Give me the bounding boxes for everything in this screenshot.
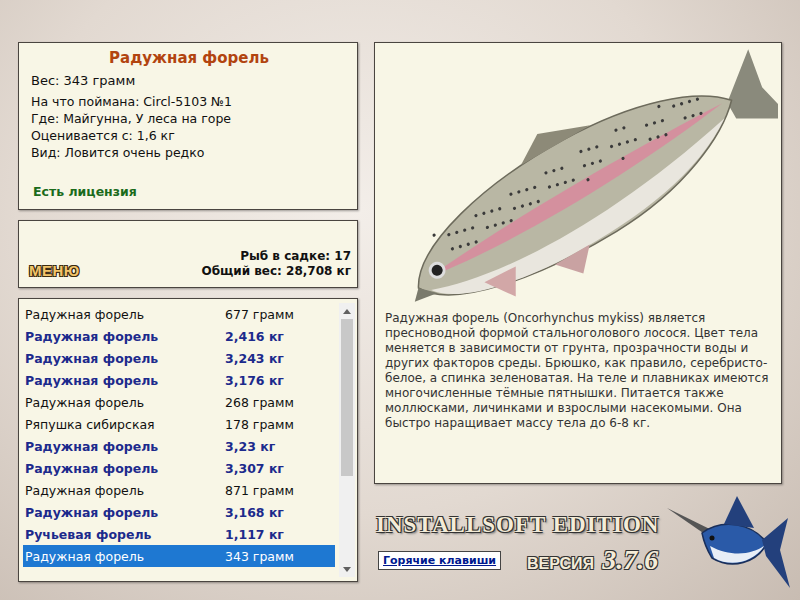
- fish-weight: Вес: 343 грамм: [31, 73, 347, 88]
- fish-count: Рыб в садке: 17: [201, 249, 351, 264]
- catch-weight: 178 грамм: [225, 417, 294, 432]
- fish-detail: На что поймана: Circl-5103 №1: [31, 93, 347, 110]
- keepnet-panel: МЕНЮ Рыб в садке: 17Общий вес: 28,708 кг: [18, 220, 358, 288]
- fish-info-panel: Радужная форель (Oncorhynchus mykiss) яв…: [374, 42, 782, 484]
- fish-name: Радужная форель: [31, 49, 347, 67]
- fish-detail: Оценивается с: 1,6 кг: [31, 127, 347, 144]
- catch-weight: 1,117 кг: [225, 527, 284, 542]
- catch-weight: 3,23 кг: [225, 439, 275, 454]
- right-column: Радужная форель (Oncorhynchus mykiss) яв…: [374, 42, 782, 600]
- total-weight: Общий вес: 28,708 кг: [201, 264, 351, 279]
- catch-name: Радужная форель: [25, 329, 225, 344]
- scrollbar[interactable]: [339, 303, 355, 577]
- catch-name: Ряпушка сибирская: [25, 417, 225, 432]
- catch-weight: 2,416 кг: [225, 329, 284, 344]
- fish-card: Радужная форель Вес: 343 грамм На что пойм…: [18, 42, 358, 210]
- catch-weight: 871 грамм: [225, 483, 294, 498]
- catch-weight: 268 грамм: [225, 395, 294, 410]
- catch-row[interactable]: Радужная форель677 грамм: [23, 303, 335, 325]
- catch-name: Радужная форель: [25, 505, 225, 520]
- catch-weight: 3,307 кг: [225, 461, 284, 476]
- catch-name: Радужная форель: [25, 461, 225, 476]
- scroll-thumb[interactable]: [341, 319, 353, 476]
- catch-name: Радужная форель: [25, 439, 225, 454]
- fish-description: Радужная форель (Oncorhynchus mykiss) яв…: [375, 305, 781, 431]
- catch-row[interactable]: Радужная форель871 грамм: [23, 479, 335, 501]
- fish-detail: Где: Майгунна, У леса на горе: [31, 110, 347, 127]
- fish-picture: [375, 43, 781, 305]
- catch-row[interactable]: Радужная форель2,416 кг: [23, 325, 335, 347]
- catch-row[interactable]: Радужная форель3,243 кг: [23, 347, 335, 369]
- catch-row[interactable]: Радужная форель3,168 кг: [23, 501, 335, 523]
- catch-weight: 3,168 кг: [225, 505, 284, 520]
- catch-row[interactable]: Радужная форель3,307 кг: [23, 457, 335, 479]
- version-label: ВЕРСИЯ 3.7.6: [527, 544, 658, 576]
- catch-row[interactable]: Ряпушка сибирская178 грамм: [23, 413, 335, 435]
- catch-weight: 343 грамм: [225, 549, 294, 564]
- up-arrow-icon: [343, 309, 351, 314]
- catch-weight: 3,176 кг: [225, 373, 284, 388]
- catch-name: Радужная форель: [25, 351, 225, 366]
- fish-detail: Вид: Ловится очень редко: [31, 144, 347, 161]
- catch-name: Радужная форель: [25, 483, 225, 498]
- catch-row[interactable]: Радужная форель268 грамм: [23, 391, 335, 413]
- catch-row[interactable]: Ручьевая форель1,117 кг: [23, 523, 335, 545]
- keepnet-info: Рыб в садке: 17Общий вес: 28,708 кг: [201, 249, 351, 279]
- hotkeys-button[interactable]: Горячие клавиши: [378, 551, 501, 570]
- menu-button[interactable]: МЕНЮ: [29, 262, 80, 279]
- trout-icon: [378, 43, 778, 305]
- catch-row[interactable]: Радужная форель3,176 кг: [23, 369, 335, 391]
- version-number: 3.7.6: [602, 544, 658, 576]
- license-status: Есть лицензия: [31, 184, 347, 199]
- marlin-icon: [662, 488, 792, 598]
- catch-row[interactable]: Радужная форель3,23 кг: [23, 435, 335, 457]
- catch-weight: 3,243 кг: [225, 351, 284, 366]
- catch-name: Радужная форель: [25, 395, 225, 410]
- catch-weight: 677 грамм: [225, 307, 294, 322]
- catch-row[interactable]: Радужная форель343 грамм: [23, 545, 335, 567]
- catch-list: Радужная форель677 граммРадужная форель2…: [18, 298, 358, 582]
- catch-rows: Радужная форель677 граммРадужная форель2…: [23, 303, 335, 577]
- scroll-down-button[interactable]: [339, 561, 355, 577]
- catch-name: Радужная форель: [25, 549, 225, 564]
- down-arrow-icon: [343, 567, 351, 572]
- catch-name: Радужная форель: [25, 373, 225, 388]
- main-layout: Радужная форель Вес: 343 грамм На что пойм…: [0, 0, 800, 600]
- scroll-track[interactable]: [339, 319, 355, 561]
- scroll-up-button[interactable]: [339, 303, 355, 319]
- catch-name: Радужная форель: [25, 307, 225, 322]
- catch-name: Ручьевая форель: [25, 527, 225, 542]
- left-column: Радужная форель Вес: 343 грамм На что пойм…: [18, 42, 358, 600]
- version-caption: ВЕРСИЯ: [527, 555, 594, 573]
